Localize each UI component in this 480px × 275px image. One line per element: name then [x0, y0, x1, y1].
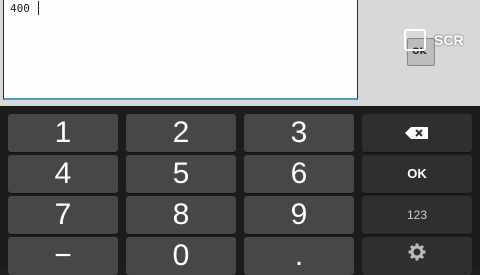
key-dot[interactable]: . — [244, 237, 354, 275]
key-6[interactable]: 6 — [244, 155, 354, 193]
ok-key-label: OK — [407, 166, 427, 181]
top-area: 400 OK SCR — [0, 0, 480, 106]
mode-key-label: 123 — [406, 208, 428, 222]
key-label: 4 — [54, 157, 72, 190]
key-label: 2 — [172, 116, 190, 149]
key-label: . — [294, 239, 304, 272]
numeric-keyboard: 1 2 3 4 5 6 OK 7 8 9 123 − 0 . — [0, 106, 480, 275]
key-2[interactable]: 2 — [126, 114, 236, 152]
key-label: 9 — [290, 198, 308, 231]
key-1[interactable]: 1 — [8, 114, 118, 152]
key-8[interactable]: 8 — [126, 196, 236, 234]
key-minus[interactable]: − — [8, 237, 118, 275]
key-9[interactable]: 9 — [244, 196, 354, 234]
settings-key[interactable] — [362, 237, 472, 275]
key-0[interactable]: 0 — [126, 237, 236, 275]
key-label: 5 — [172, 157, 190, 190]
scr-label: SCR — [434, 32, 464, 48]
camera-frame-icon — [404, 29, 426, 51]
key-label: 8 — [172, 198, 190, 231]
key-label: 1 — [54, 116, 72, 149]
input-value: 400 — [10, 2, 30, 15]
mode-123-key[interactable]: 123 — [362, 196, 472, 234]
key-7[interactable]: 7 — [8, 196, 118, 234]
number-input-field[interactable]: 400 — [3, 0, 358, 100]
key-label: 7 — [54, 198, 72, 231]
key-5[interactable]: 5 — [126, 155, 236, 193]
key-label: 6 — [290, 157, 308, 190]
key-3[interactable]: 3 — [244, 114, 354, 152]
key-label: − — [54, 239, 72, 272]
backspace-icon — [405, 127, 428, 139]
key-4[interactable]: 4 — [8, 155, 118, 193]
backspace-key[interactable] — [362, 114, 472, 152]
key-label: 3 — [290, 116, 308, 149]
ok-key[interactable]: OK — [362, 155, 472, 193]
screenshot-overlay[interactable]: OK SCR — [402, 28, 470, 68]
text-caret — [38, 1, 39, 15]
gear-icon — [408, 243, 426, 261]
key-label: 0 — [172, 239, 190, 272]
